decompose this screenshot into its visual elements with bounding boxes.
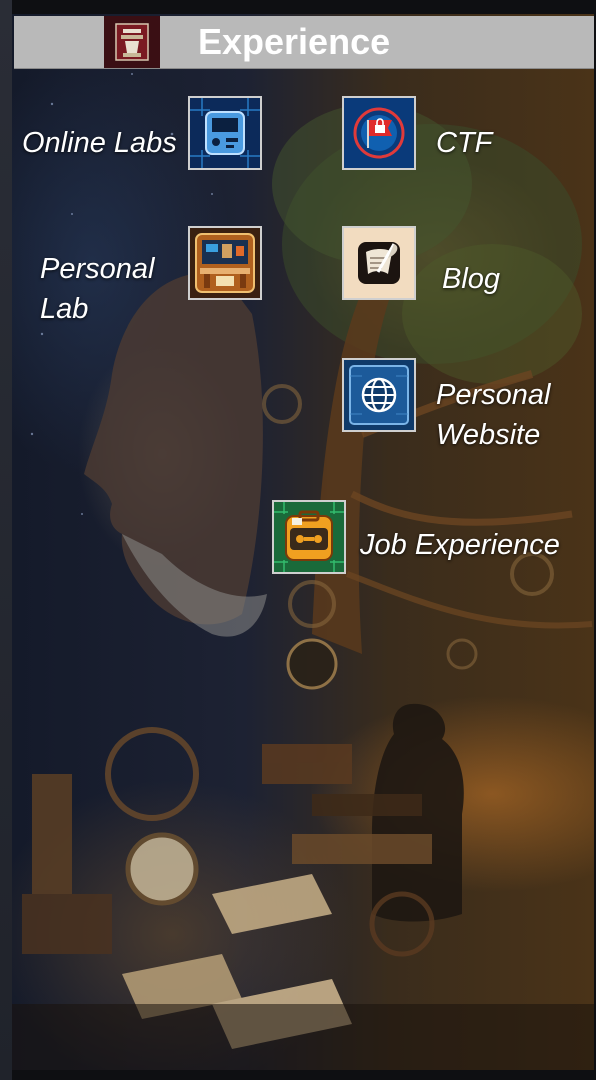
toolbox-icon xyxy=(274,502,344,572)
job-experience-tile[interactable] xyxy=(272,500,346,574)
window-edge xyxy=(0,0,12,1080)
header-bar: Experience xyxy=(14,16,594,69)
scroll-quill-icon xyxy=(344,228,414,298)
blog-tile[interactable] xyxy=(342,226,416,300)
ctf-label[interactable]: CTF xyxy=(436,123,492,163)
ctf-tile[interactable] xyxy=(342,96,416,170)
job-experience-label[interactable]: Job Experience xyxy=(360,525,560,565)
online-labs-tile[interactable] xyxy=(188,96,262,170)
globe-icon xyxy=(344,360,414,430)
personal-lab-tile[interactable] xyxy=(188,226,262,300)
online-labs-label[interactable]: Online Labs xyxy=(22,123,177,163)
app-frame: Experience Online Labs CTF Personal Lab … xyxy=(0,0,596,1080)
page-title: Experience xyxy=(198,21,391,62)
blog-label[interactable]: Blog xyxy=(442,259,500,299)
personal-lab-label[interactable]: Personal Lab xyxy=(40,249,180,329)
personal-website-label[interactable]: Personal Website xyxy=(436,375,576,455)
flag-lock-icon xyxy=(344,98,414,168)
personal-website-tile[interactable] xyxy=(342,358,416,432)
chess-logo-icon[interactable] xyxy=(104,16,160,68)
circuit-device-icon xyxy=(190,98,260,168)
workbench-icon xyxy=(190,228,260,298)
